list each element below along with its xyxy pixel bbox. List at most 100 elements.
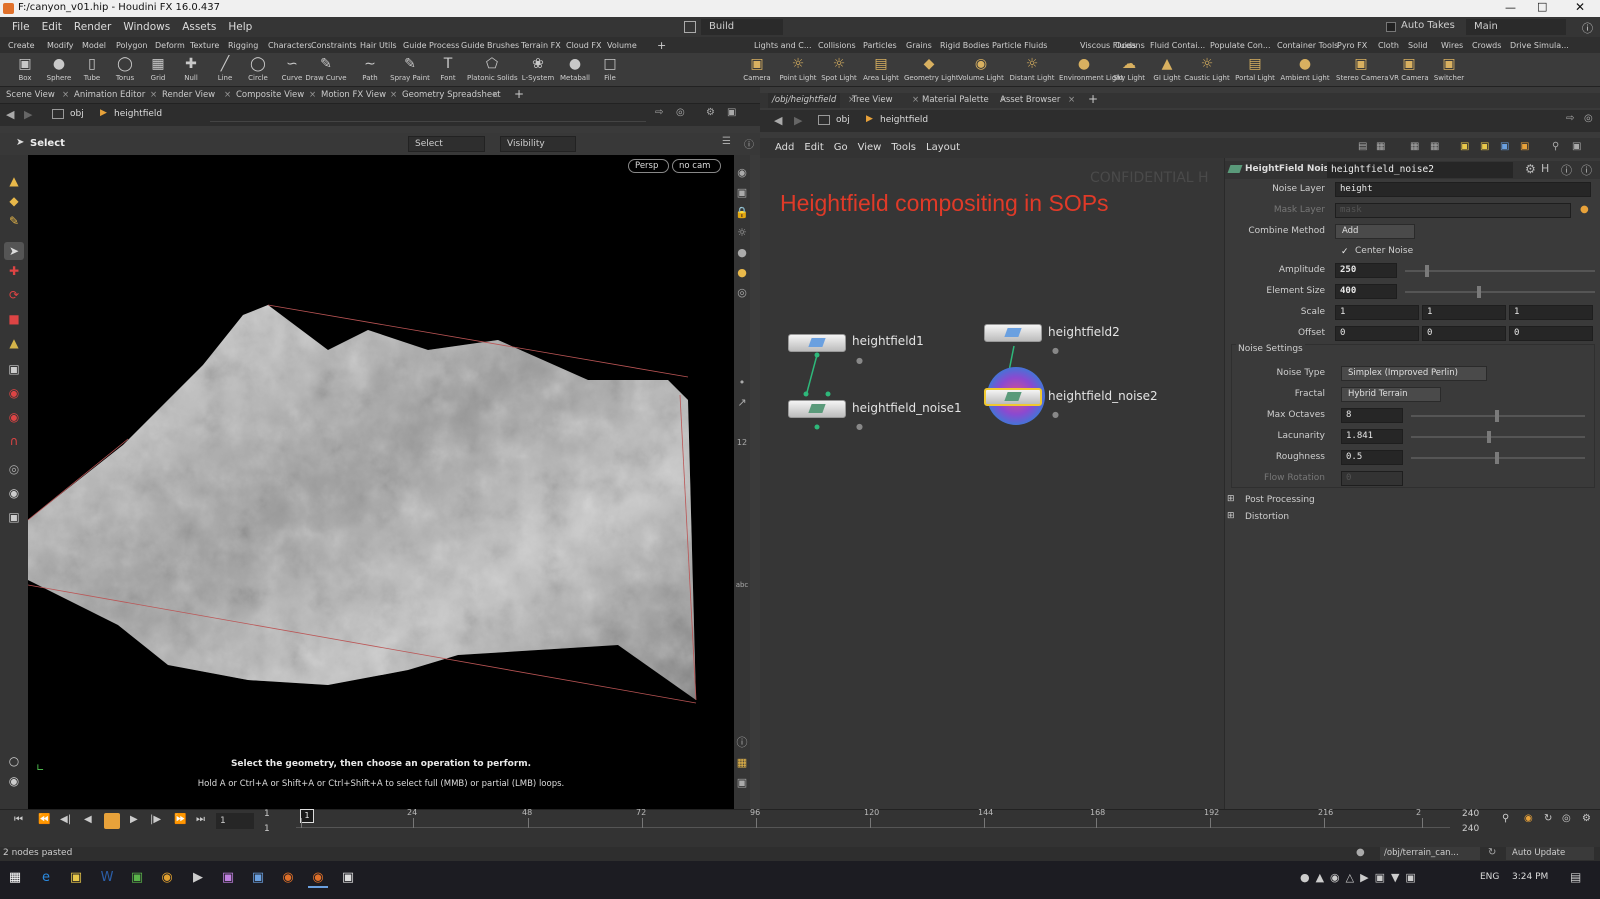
shelf-tool-area-light[interactable]: ▤ Area Light (863, 54, 899, 86)
point-icon[interactable]: • (733, 375, 751, 391)
net-path-obj[interactable]: obj (836, 115, 850, 125)
parm-info-icon[interactable]: ⓘ (1561, 162, 1572, 178)
app-icon-green[interactable]: ▣ (127, 868, 147, 888)
label-icon[interactable]: abc (733, 577, 751, 593)
shelf-tool-switcher[interactable]: ▣ Switcher (1432, 54, 1466, 86)
prev-key-button[interactable]: ◀| (60, 814, 71, 825)
mask-layer-menu-icon[interactable]: ● (1580, 204, 1589, 215)
paint-icon[interactable]: ◉ (4, 384, 24, 402)
shelf-tab-pyro-fx[interactable]: Pyro FX (1337, 39, 1367, 52)
tab-material-palette[interactable]: Material Palette (922, 93, 989, 108)
close-tab-icon[interactable]: × (1068, 93, 1075, 108)
display-options-icon[interactable]: ◉ (733, 165, 751, 181)
notifications-icon[interactable]: ▤ (1570, 870, 1581, 884)
timeline-settings-icon[interactable]: ⚙ (1582, 813, 1591, 824)
back-arrow-icon[interactable]: ◀ (6, 108, 14, 121)
folder-icon[interactable]: ▣ (1520, 141, 1529, 152)
select-arrow-icon[interactable]: ➤ (4, 242, 24, 260)
minimize-button[interactable]: — (1505, 1, 1516, 14)
path-obj[interactable]: obj (70, 109, 84, 119)
offset-y-field[interactable]: 0 (1422, 326, 1506, 341)
step-forward-button[interactable]: ⏩ (174, 814, 186, 825)
network-editor[interactable]: CONFIDENTIAL H Heightfield compositing i… (760, 158, 1224, 809)
camera-tool-icon[interactable]: ▣ (4, 508, 24, 526)
timeline-ruler[interactable]: 1 24 48 72 96 120 144 168 192 216 2 (296, 808, 1450, 828)
close-tab-icon[interactable]: × (150, 88, 157, 103)
viewport-help-icon[interactable]: ⓘ (744, 136, 754, 151)
element-size-slider-knob[interactable] (1477, 286, 1481, 298)
parm-hscript-icon[interactable]: H (1541, 162, 1549, 175)
pose-icon[interactable]: ▲ (4, 334, 24, 352)
shelf-tool-point-light[interactable]: ☼ Point Light (779, 54, 816, 86)
chrome-icon[interactable]: ◉ (157, 868, 177, 888)
network-menu-go[interactable]: Go (829, 138, 853, 158)
selection-options-icon[interactable]: ☰ (722, 136, 731, 147)
save-app-icon[interactable]: ▣ (218, 868, 238, 888)
shelf-tab-deform[interactable]: Deform (155, 39, 185, 52)
scale-z-field[interactable]: 1 (1509, 305, 1593, 320)
display-icon[interactable]: ▣ (727, 107, 736, 118)
roughness-field[interactable]: 0.5 (1341, 450, 1403, 465)
network-menu-tools[interactable]: Tools (886, 138, 921, 158)
3d-viewport[interactable]: Persp no cam Select the geometry, then c… (28, 155, 734, 809)
camera-menu[interactable]: no cam (672, 159, 722, 173)
network-grid-icon[interactable]: ▦ (1430, 141, 1439, 152)
noise-layer-field[interactable]: height (1335, 182, 1591, 197)
shelf-tool-camera[interactable]: ▣ Camera (740, 54, 774, 86)
element-size-field[interactable]: 400 (1335, 284, 1397, 299)
language-indicator[interactable]: ENG (1480, 872, 1499, 882)
shelf-tab-rigging[interactable]: Rigging (228, 39, 258, 52)
shelf-tool-gi-light[interactable]: ▲ GI Light (1150, 54, 1184, 86)
shelf-tab-rigid-bodies[interactable]: Rigid Bodies (940, 39, 989, 52)
status-path-dropdown[interactable]: /obj/terrain_can... (1380, 847, 1480, 860)
shelf-tab-grains[interactable]: Grains (906, 39, 932, 52)
start-frame[interactable]: 1 (264, 809, 270, 819)
max-octaves-slider[interactable] (1411, 410, 1585, 422)
monitor-icon[interactable]: ▣ (248, 868, 268, 888)
grid-display-icon[interactable]: ▦ (733, 755, 751, 771)
shelf-tool-platonic-solids[interactable]: ⬠ Platonic Solids (467, 54, 518, 86)
shelf-tab-hair-utils[interactable]: Hair Utils (360, 39, 397, 52)
shelf-tab-create[interactable]: Create (8, 39, 35, 52)
explorer-icon[interactable]: ▣ (66, 868, 86, 888)
magnet-icon[interactable]: ∩ (4, 432, 24, 450)
scale-x-field[interactable]: 1 (1335, 305, 1419, 320)
close-tab-icon[interactable]: × (224, 88, 231, 103)
shelf-tool-caustic-light[interactable]: ☼ Caustic Light (1184, 54, 1230, 86)
background-icon[interactable]: ▣ (733, 775, 751, 791)
render-region-icon[interactable]: ◉ (4, 772, 24, 790)
network-menu-view[interactable]: View (853, 138, 887, 158)
close-tab-icon[interactable]: × (309, 88, 316, 103)
parm-help-icon[interactable]: ⓘ (1581, 162, 1592, 178)
tile-mode-icon[interactable]: ▦ (1376, 141, 1385, 152)
stop-button[interactable] (104, 813, 120, 829)
center-noise-checkbox[interactable]: ✓ (1341, 248, 1350, 257)
shelf-tool-spray-paint[interactable]: ✎ Spray Paint (390, 54, 430, 86)
ie-icon[interactable]: e (36, 868, 56, 888)
refresh-icon[interactable]: ↻ (1488, 847, 1496, 858)
max-octaves-slider-knob[interactable] (1495, 410, 1499, 422)
view-settings-icon[interactable]: ⚙ (706, 107, 715, 118)
forward-arrow-icon[interactable]: ▶ (24, 108, 32, 121)
loop-icon[interactable]: ↻ (1544, 813, 1552, 824)
pin-icon[interactable]: ⇨ (655, 107, 663, 118)
network-menu-layout[interactable]: Layout (921, 138, 965, 158)
select-mode-dropdown[interactable]: Select (408, 136, 485, 152)
combine-method-dropdown[interactable]: Add (1335, 224, 1415, 239)
key-icon[interactable]: ⚲ (1502, 813, 1509, 824)
houdini-taskbar-icon-active[interactable]: ◉ (308, 868, 328, 888)
net-path-heightfield[interactable]: heightfield (880, 115, 928, 125)
select-tool-icon[interactable]: ➤ (16, 137, 24, 148)
offset-z-field[interactable]: 0 (1509, 326, 1593, 341)
shelf-tool-vr-camera[interactable]: ▣ VR Camera (1389, 54, 1428, 86)
shelf-tool-volume-light[interactable]: ◉ Volume Light (958, 54, 1004, 86)
network-menu-add[interactable]: Add (770, 138, 799, 158)
play-button[interactable]: ▶ (130, 814, 138, 825)
shelf-tab-characters[interactable]: Characters (268, 39, 312, 52)
tab-asset-browser[interactable]: Asset Browser (1000, 93, 1060, 108)
distortion-expand-icon[interactable]: ⊞ (1227, 511, 1235, 521)
net-link-icon[interactable]: ◎ (1584, 113, 1593, 124)
shelf-tab-modify[interactable]: Modify (47, 39, 74, 52)
realtime-icon[interactable]: ◉ (1524, 813, 1533, 824)
element-size-slider[interactable] (1405, 286, 1595, 298)
